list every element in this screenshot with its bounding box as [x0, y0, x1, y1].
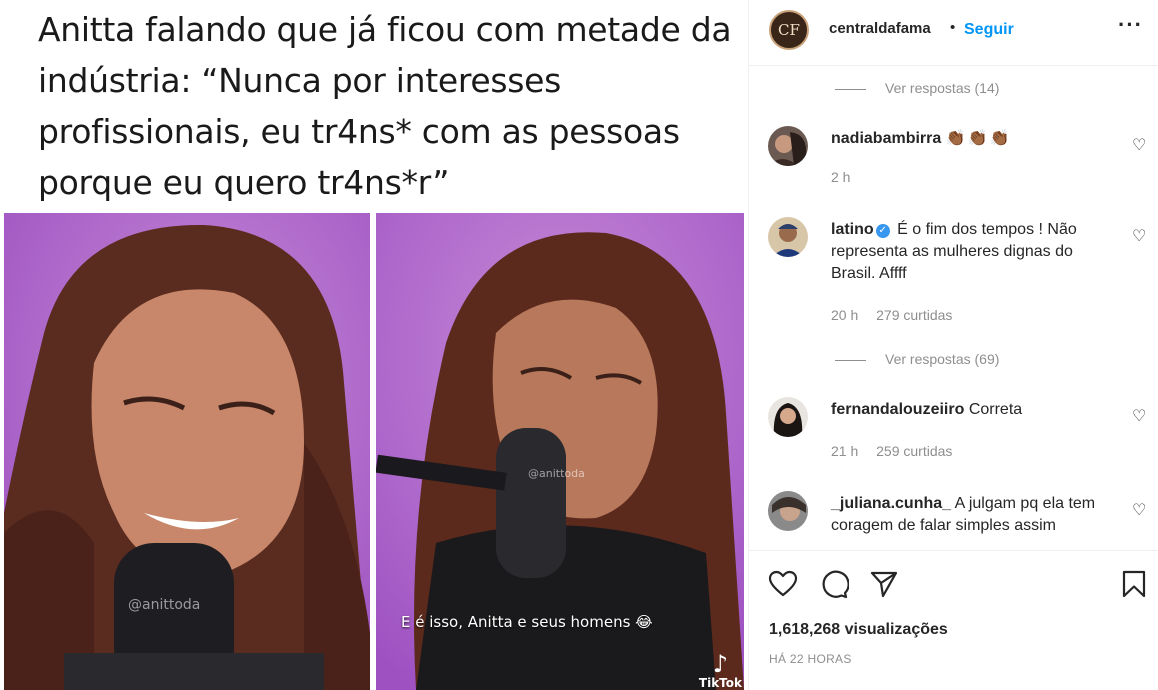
bookmark-icon[interactable]	[1119, 569, 1149, 599]
profile-username[interactable]: centraldafama	[829, 20, 931, 37]
post-header: CF centraldafama • Seguir ···	[749, 0, 1158, 66]
like-icon[interactable]: ♡	[1132, 500, 1146, 520]
tiktok-logo: ♪ TikTok	[699, 652, 742, 690]
comment-text: nadiabambirra 👏🏾👏🏾👏🏾	[831, 128, 1121, 150]
comment-username[interactable]: _juliana.cunha_	[831, 495, 951, 512]
avatar[interactable]	[768, 126, 808, 166]
comment-likes[interactable]: 259 curtidas	[876, 443, 952, 459]
tiktok-label: TikTok	[698, 676, 742, 690]
like-icon[interactable]: ♡	[1132, 406, 1146, 426]
divider-line	[835, 359, 866, 361]
comment-username[interactable]: latino	[831, 221, 874, 238]
share-icon[interactable]	[869, 569, 899, 599]
comment-body: Correta	[968, 401, 1023, 418]
avatar[interactable]	[768, 397, 808, 437]
like-icon[interactable]: ♡	[1132, 135, 1146, 155]
post-sidebar: CF centraldafama • Seguir ··· Ver respos…	[748, 0, 1158, 690]
profile-avatar[interactable]: CF	[769, 10, 809, 50]
divider-line	[835, 88, 866, 90]
comment-time: 2 h	[831, 169, 851, 185]
watermark-left: @anittoda	[128, 597, 201, 613]
view-replies-button[interactable]: Ver respostas (69)	[835, 351, 999, 367]
video-frame-right: @anittoda E é isso, Anitta e seus homens…	[376, 213, 744, 690]
comment-username[interactable]: fernandalouzeiiro	[831, 401, 964, 418]
post-actions: 1,618,268 visualizações HÁ 22 HORAS	[749, 550, 1158, 690]
comment-time: 21 h	[831, 443, 859, 459]
video-caption: E é isso, Anitta e seus homens 😂	[401, 613, 653, 631]
verified-badge-icon: ✓	[875, 224, 890, 238]
comment-meta: 2 h	[831, 169, 864, 185]
separator-dot: •	[950, 19, 956, 36]
comment-text: _juliana.cunha_ A julgam pq ela tem cora…	[831, 493, 1121, 537]
follow-button[interactable]: Seguir	[964, 21, 1014, 39]
heart-icon[interactable]	[768, 569, 798, 599]
comment-meta: 20 h 279 curtidas	[831, 307, 966, 323]
portrait-image-left	[4, 213, 370, 690]
comment-time: 20 h	[831, 307, 859, 323]
view-replies-label: Ver respostas (14)	[885, 80, 1000, 96]
video-frame-left: @anittoda	[4, 213, 370, 690]
avatar[interactable]	[768, 491, 808, 531]
like-icon[interactable]: ♡	[1132, 226, 1146, 246]
views-count[interactable]: 1,618,268 visualizações	[769, 621, 948, 639]
post-timestamp[interactable]: HÁ 22 HORAS	[769, 652, 852, 666]
comment-body: 👏🏾👏🏾👏🏾	[945, 130, 1012, 147]
comment-meta: 21 h 259 curtidas	[831, 443, 966, 459]
comments-list[interactable]: Ver respostas (14) nadiabambirra 👏🏾👏🏾👏🏾 …	[749, 67, 1158, 550]
comment-likes[interactable]: 279 curtidas	[876, 307, 952, 323]
comment-text: latino ✓ É o fim dos tempos ! Não represe…	[831, 219, 1121, 285]
watermark-right: @anittoda	[528, 467, 585, 480]
comment-text: fernandalouzeiiro Correta	[831, 399, 1121, 421]
view-replies-label: Ver respostas (69)	[885, 351, 1000, 367]
avatar[interactable]	[768, 217, 808, 257]
comment-username[interactable]: nadiabambirra	[831, 130, 941, 147]
more-options-icon[interactable]: ···	[1118, 12, 1143, 38]
tweet-text: Anitta falando que já ficou com metade d…	[38, 10, 732, 202]
comment-icon[interactable]	[819, 569, 850, 599]
tiktok-icon: ♪	[712, 650, 729, 678]
post-media[interactable]: Anitta falando que já ficou com metade d…	[0, 0, 748, 690]
view-replies-button[interactable]: Ver respostas (14)	[835, 80, 999, 96]
